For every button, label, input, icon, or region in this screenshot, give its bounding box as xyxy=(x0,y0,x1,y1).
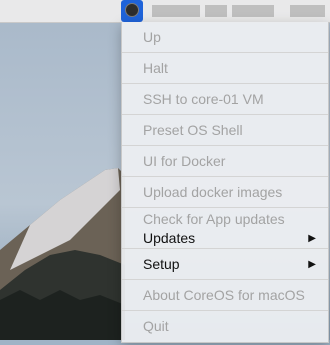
updates-label[interactable]: Updates xyxy=(143,230,195,246)
menu-item-ssh[interactable]: SSH to core-01 VM xyxy=(122,84,328,114)
menu-item-up[interactable]: Up xyxy=(122,22,328,52)
submenu-arrow-icon: ▶ xyxy=(308,233,316,244)
menu-item-halt[interactable]: Halt xyxy=(122,53,328,83)
submenu-arrow-icon: ▶ xyxy=(308,258,316,270)
menu-item-check-updates[interactable]: Check for App updates Updates ▶ xyxy=(122,208,328,248)
menu-item-preset-shell[interactable]: Preset OS Shell xyxy=(122,115,328,145)
coreos-status-icon[interactable] xyxy=(125,3,139,17)
coreos-dropdown-menu: Up Halt SSH to core-01 VM Preset OS Shel… xyxy=(121,22,329,343)
blurred-menubar-item xyxy=(232,5,274,17)
menu-bar xyxy=(0,0,330,23)
check-updates-label: Check for App updates xyxy=(143,210,285,227)
blurred-menubar-item xyxy=(152,5,200,17)
menu-item-quit[interactable]: Quit xyxy=(122,311,328,341)
blurred-menubar-item xyxy=(290,5,325,17)
menu-item-about[interactable]: About CoreOS for macOS xyxy=(122,280,328,310)
blurred-menubar-item xyxy=(205,5,227,17)
menu-item-ui-docker[interactable]: UI for Docker xyxy=(122,146,328,176)
menu-item-setup[interactable]: Setup ▶ xyxy=(122,249,328,279)
menu-item-upload-images[interactable]: Upload docker images xyxy=(122,177,328,207)
